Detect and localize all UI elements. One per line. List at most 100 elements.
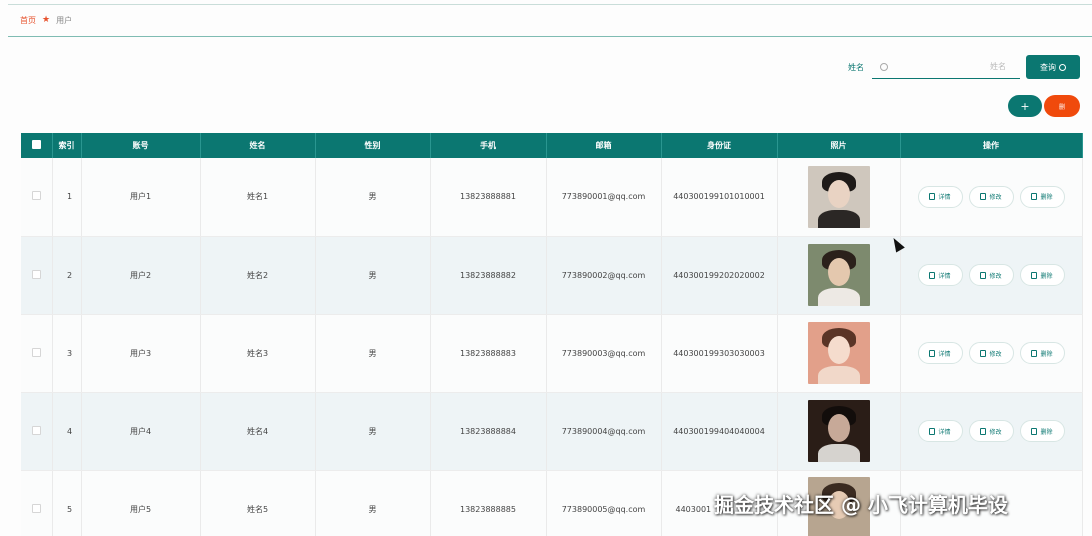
row-delete-button[interactable]: 删除 <box>1019 185 1065 208</box>
trash-icon <box>1031 271 1038 279</box>
user-table: 索引 账号 姓名 性别 手机 邮箱 身份证 照片 操作 1 用户1 姓名1 男 … <box>21 133 1083 536</box>
row-checkbox[interactable] <box>31 191 41 201</box>
cell-index: 2 <box>52 236 82 315</box>
header-photo: 照片 <box>777 133 901 158</box>
cell-phone: 13823888884 <box>430 392 547 471</box>
edit-button[interactable]: 修改 <box>968 185 1014 208</box>
breadcrumb-current: 用户 <box>56 16 73 25</box>
table-row: 4 用户4 姓名4 男 13823888884 773890004@qq.com… <box>21 392 1083 471</box>
cell-gender: 男 <box>315 314 431 393</box>
header-email: 邮箱 <box>546 133 662 158</box>
add-button[interactable]: + <box>1008 95 1042 117</box>
cell-gender: 男 <box>315 158 431 237</box>
cell-gender: 男 <box>315 470 431 536</box>
pencil-icon <box>980 349 987 357</box>
table-header-row: 索引 账号 姓名 性别 手机 邮箱 身份证 照片 操作 <box>21 133 1083 158</box>
search-box <box>872 55 1020 79</box>
detail-button[interactable]: 详情 <box>917 264 963 286</box>
select-all-checkbox[interactable] <box>31 140 41 149</box>
cell-email: 773890001@qq.com <box>546 158 662 237</box>
cell-phone: 13823888883 <box>430 314 547 393</box>
edit-button[interactable]: 修改 <box>968 342 1014 364</box>
search-label: 姓名 <box>848 62 864 72</box>
header-index: 索引 <box>52 133 82 158</box>
cell-email: 773890004@qq.com <box>546 392 662 471</box>
document-icon <box>929 349 936 357</box>
cell-index: 4 <box>52 392 82 471</box>
cell-phone: 13823888881 <box>430 158 547 237</box>
header-actions: 操作 <box>900 133 1083 158</box>
search-input[interactable] <box>896 62 1006 71</box>
header-phone: 手机 <box>430 133 547 158</box>
search-icon <box>880 62 888 71</box>
row-checkbox[interactable] <box>31 347 41 357</box>
cell-account: 用户4 <box>81 392 201 471</box>
trash-icon <box>1031 193 1038 201</box>
cell-name: 姓名1 <box>200 158 316 237</box>
header-idcard: 身份证 <box>661 133 778 158</box>
user-photo[interactable] <box>807 400 870 462</box>
cell-name: 姓名5 <box>200 470 316 536</box>
cell-gender: 男 <box>315 236 431 315</box>
table-row: 3 用户3 姓名3 男 13823888883 773890003@qq.com… <box>21 314 1083 393</box>
row-checkbox[interactable] <box>31 425 41 435</box>
table-row: 2 用户2 姓名2 男 13823888882 773890002@qq.com… <box>21 236 1083 315</box>
cell-account: 用户3 <box>81 314 201 393</box>
cell-index: 3 <box>52 314 82 393</box>
row-checkbox[interactable] <box>31 269 41 279</box>
breadcrumb: 首页 ★ 用户 <box>8 5 1092 37</box>
delete-button-label: 删 <box>1058 103 1065 111</box>
row-checkbox[interactable] <box>31 503 41 513</box>
header-account: 账号 <box>81 133 201 158</box>
user-photo[interactable] <box>807 322 870 384</box>
user-photo[interactable] <box>807 165 870 228</box>
cell-phone: 13823888885 <box>430 470 547 536</box>
cell-account: 用户1 <box>81 158 201 237</box>
document-icon <box>929 271 936 279</box>
trash-icon <box>1031 349 1038 357</box>
document-icon <box>929 427 936 435</box>
add-button-label: + <box>1020 99 1030 113</box>
header-select-all[interactable] <box>21 133 53 158</box>
table-row: 1 用户1 姓名1 男 13823888881 773890001@qq.com… <box>21 158 1083 237</box>
cell-phone: 13823888882 <box>430 236 547 315</box>
cell-account: 用户5 <box>81 470 201 536</box>
search-icon <box>1059 63 1066 71</box>
cell-email: 773890003@qq.com <box>546 314 662 393</box>
query-button-label: 查询 <box>1040 62 1056 72</box>
pencil-icon <box>980 271 987 279</box>
detail-button[interactable]: 详情 <box>917 342 963 364</box>
cell-name: 姓名3 <box>200 314 316 393</box>
cell-name: 姓名4 <box>200 392 316 471</box>
detail-button[interactable]: 详情 <box>917 420 963 442</box>
cell-idcard: 440300199101010001 <box>661 158 778 237</box>
breadcrumb-home-link[interactable]: 首页 <box>20 15 36 26</box>
edit-button[interactable]: 修改 <box>968 420 1014 442</box>
cell-index: 1 <box>52 158 82 237</box>
home-icon: ★ <box>42 15 51 25</box>
cell-email: 773890002@qq.com <box>546 236 662 315</box>
pencil-icon <box>980 427 987 435</box>
cell-gender: 男 <box>315 392 431 471</box>
document-icon <box>929 193 936 201</box>
header-name: 姓名 <box>200 133 316 158</box>
watermark: 掘金技术社区 @ 小飞计算机毕设 <box>714 493 1008 517</box>
trash-icon <box>1031 427 1038 435</box>
search-area: 姓名 查询 <box>848 55 1080 79</box>
detail-button[interactable]: 详情 <box>917 185 963 208</box>
edit-button[interactable]: 修改 <box>968 264 1014 286</box>
cell-idcard: 440300199202020002 <box>661 236 778 315</box>
cell-idcard: 440300199303030003 <box>661 314 778 393</box>
cell-account: 用户2 <box>81 236 201 315</box>
cell-index: 5 <box>52 470 82 536</box>
cell-name: 姓名2 <box>200 236 316 315</box>
pencil-icon <box>980 193 987 201</box>
row-delete-button[interactable]: 删除 <box>1019 420 1065 442</box>
row-delete-button[interactable]: 删除 <box>1019 264 1065 286</box>
user-photo[interactable] <box>807 244 870 306</box>
header-gender: 性别 <box>315 133 431 158</box>
cell-email: 773890005@qq.com <box>546 470 662 536</box>
row-delete-button[interactable]: 删除 <box>1019 342 1065 364</box>
query-button[interactable]: 查询 <box>1026 55 1080 79</box>
delete-button[interactable]: 删 <box>1044 95 1080 117</box>
